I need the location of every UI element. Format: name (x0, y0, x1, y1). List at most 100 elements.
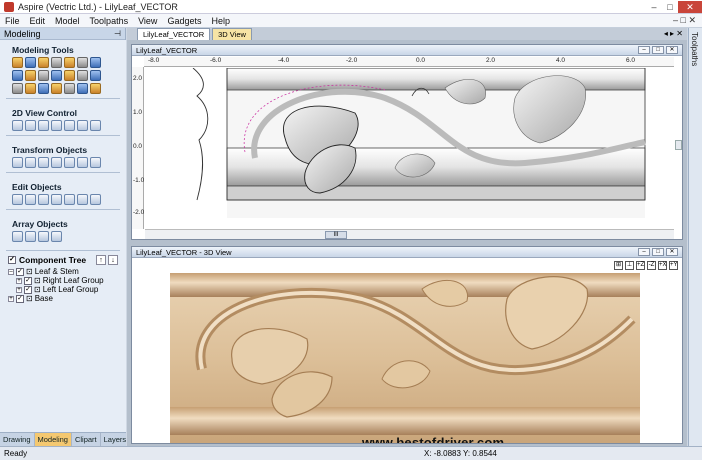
zoom-extents-icon[interactable] (38, 120, 49, 131)
3d-maximize-button[interactable]: □ (652, 248, 664, 256)
weave-icon[interactable] (51, 57, 62, 68)
view-top-icon[interactable]: ⊥ (625, 261, 634, 270)
move-up-icon[interactable]: ↑ (96, 255, 106, 265)
bake-icon[interactable] (12, 83, 23, 94)
horizontal-scrollbar[interactable]: III (145, 229, 674, 239)
node-edit-icon[interactable] (25, 194, 36, 205)
scroll-thumb[interactable]: III (325, 231, 347, 239)
split-view-icon[interactable] (77, 120, 88, 131)
rotate-icon[interactable] (38, 157, 49, 168)
distort-icon[interactable] (38, 83, 49, 94)
trim-icon[interactable] (90, 194, 101, 205)
tab-modeling[interactable]: Modeling (34, 433, 72, 446)
view-plus-z-icon[interactable]: +Z (636, 261, 645, 270)
view-plus-x-icon[interactable]: +X (658, 261, 667, 270)
expand-icon[interactable]: + (16, 277, 22, 284)
view-plus-y-icon[interactable]: +Y (669, 261, 678, 270)
group-icon[interactable] (51, 194, 62, 205)
modeling-tools-row-3 (0, 83, 126, 94)
ungroup-icon[interactable] (64, 194, 75, 205)
expand-icon[interactable]: + (16, 286, 22, 293)
close-button[interactable]: ✕ (678, 0, 702, 13)
export-stl-icon[interactable] (90, 83, 101, 94)
toolpaths-side-tab[interactable]: Toolpaths (688, 28, 702, 446)
slice-icon[interactable] (90, 70, 101, 81)
3d-render-canvas[interactable]: ⊞ ⊥ +Z -Z +X +Y www.bestofdriver.com (132, 259, 682, 443)
menu-help[interactable]: Help (206, 16, 235, 26)
vertical-scroll-button[interactable] (675, 140, 682, 150)
reset-zero-icon[interactable] (64, 83, 75, 94)
tab-navigation[interactable]: ◂ ▸ ✕ (664, 29, 683, 38)
menu-model[interactable]: Model (50, 16, 85, 26)
pin-icon[interactable]: ⊣ (114, 28, 121, 40)
tile-view-icon[interactable] (90, 120, 101, 131)
2d-maximize-button[interactable]: □ (652, 46, 664, 54)
maximize-button[interactable]: □ (662, 1, 678, 13)
tree-item-base[interactable]: + ✓ ⊡ Base (8, 294, 126, 303)
ruler-tick: -6.0 (210, 57, 222, 64)
visibility-checkbox[interactable]: ✓ (16, 294, 24, 303)
zoom-selection-icon[interactable] (64, 120, 75, 131)
tree-item-leaf-stem[interactable]: – ✓ ⊡ Leaf & Stem (8, 267, 126, 276)
tilt-icon[interactable] (77, 70, 88, 81)
align-icon[interactable] (64, 157, 75, 168)
visibility-checkbox[interactable]: ✓ (16, 267, 24, 276)
collapse-icon[interactable]: – (8, 268, 14, 275)
visibility-checkbox[interactable]: ✓ (24, 285, 32, 294)
shape-by-sculpt-icon[interactable] (51, 83, 62, 94)
array-copy-icon[interactable] (12, 231, 23, 242)
2d-drawing-canvas[interactable] (145, 68, 674, 229)
view-minus-z-icon[interactable]: -Z (647, 261, 656, 270)
tab-3d-view[interactable]: 3D View (212, 28, 252, 40)
menu-edit[interactable]: Edit (25, 16, 51, 26)
menu-view[interactable]: View (133, 16, 162, 26)
scale-icon[interactable] (25, 157, 36, 168)
view-iso-icon[interactable]: ⊞ (614, 261, 623, 270)
weld-icon[interactable] (77, 194, 88, 205)
mdi-window-controls[interactable]: – □ ✕ (673, 15, 702, 26)
visibility-checkbox[interactable]: ✓ (24, 276, 32, 285)
extrude-icon[interactable] (38, 57, 49, 68)
tree-item-right-leaf[interactable]: + ✓ ⊡ Right Leaf Group (8, 276, 126, 285)
tab-2d-view[interactable]: LilyLeaf_VECTOR (137, 28, 211, 40)
set-size-icon[interactable] (77, 157, 88, 168)
texture-icon[interactable] (64, 57, 75, 68)
2d-close-button[interactable]: ✕ (666, 46, 678, 54)
pan-icon[interactable] (12, 120, 23, 131)
circular-array-icon[interactable] (25, 231, 36, 242)
interactive-select-icon[interactable] (38, 194, 49, 205)
mirror-component-icon[interactable] (51, 70, 62, 81)
centre-icon[interactable] (90, 157, 101, 168)
step-repeat-icon[interactable] (51, 231, 62, 242)
create-shape-icon[interactable] (12, 57, 23, 68)
zoom-box-icon[interactable] (51, 120, 62, 131)
fade-icon[interactable] (64, 70, 75, 81)
menu-gadgets[interactable]: Gadgets (162, 16, 206, 26)
menu-file[interactable]: File (0, 16, 25, 26)
tree-item-left-leaf[interactable]: + ✓ ⊡ Left Leaf Group (8, 285, 126, 294)
scale-component-icon[interactable] (25, 70, 36, 81)
spin-icon[interactable] (77, 57, 88, 68)
zoom-in-icon[interactable] (25, 120, 36, 131)
move-down-icon[interactable]: ↓ (108, 255, 118, 265)
3d-close-button[interactable]: ✕ (666, 248, 678, 256)
smooth-icon[interactable] (25, 83, 36, 94)
tab-layers[interactable]: Layers (101, 433, 131, 446)
select-icon[interactable] (12, 194, 23, 205)
minimize-button[interactable]: – (646, 1, 662, 13)
create-vector-boundary-icon[interactable] (77, 83, 88, 94)
move-icon[interactable] (12, 157, 23, 168)
nesting-icon[interactable] (38, 231, 49, 242)
move-component-icon[interactable] (12, 70, 23, 81)
menu-toolpaths[interactable]: Toolpaths (85, 16, 134, 26)
2d-minimize-button[interactable]: – (638, 46, 650, 54)
tab-drawing[interactable]: Drawing (0, 433, 35, 446)
expand-icon[interactable]: + (8, 295, 14, 302)
mirror-icon[interactable] (51, 157, 62, 168)
component-tree-checkbox[interactable]: ✓ (8, 256, 16, 264)
rotate-component-icon[interactable] (38, 70, 49, 81)
tab-clipart[interactable]: Clipart (72, 433, 101, 446)
two-rail-sweep-icon[interactable] (25, 57, 36, 68)
3d-minimize-button[interactable]: – (638, 248, 650, 256)
sculpt-icon[interactable] (90, 57, 101, 68)
